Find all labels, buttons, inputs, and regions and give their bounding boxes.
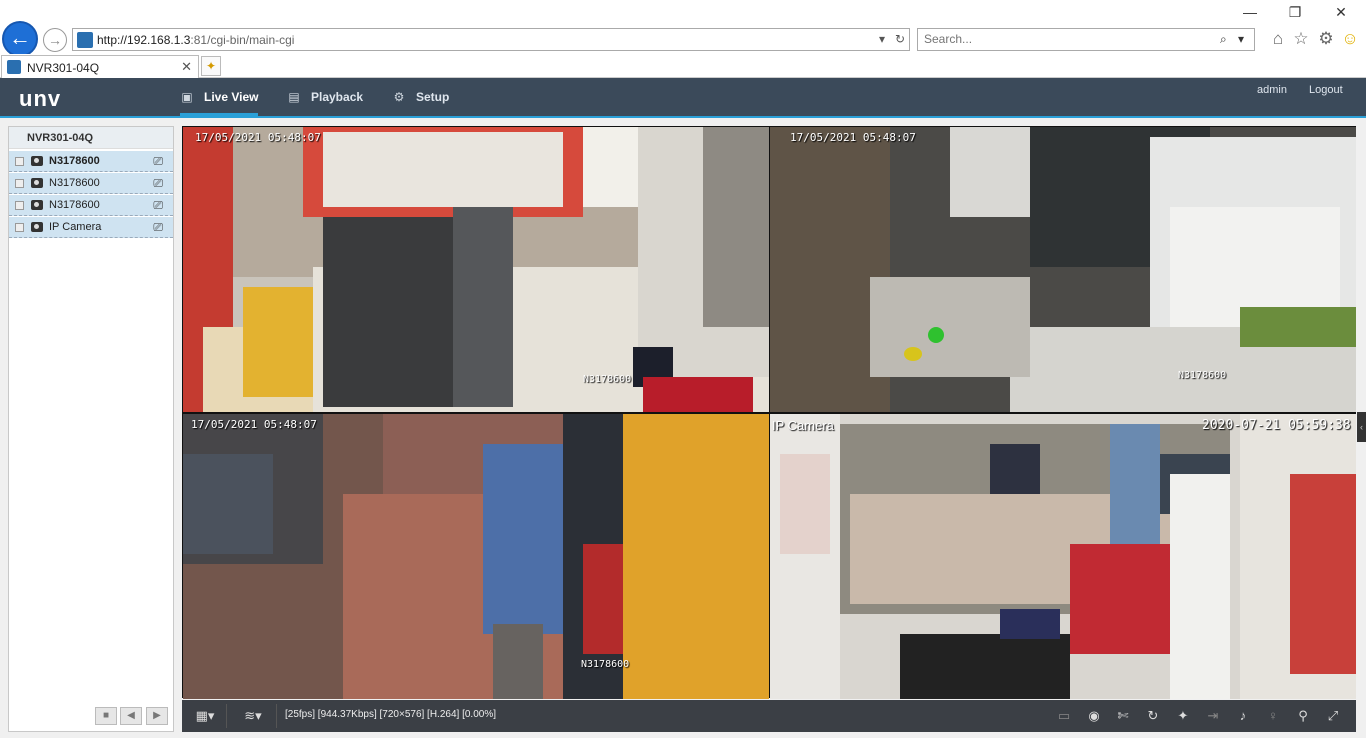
camera-icon	[31, 156, 43, 166]
tab-strip: NVR301-04Q ✕ ✦	[0, 54, 1366, 78]
collapse-panel-handle[interactable]: ‹	[1357, 412, 1366, 442]
refresh-icon[interactable]: ↻	[895, 32, 905, 46]
device-tree-root[interactable]: NVR301-04Q	[9, 127, 173, 149]
smiley-feedback-icon[interactable]: ☺	[1340, 29, 1360, 49]
camera-list-item[interactable]: IP Camera ⎚	[9, 217, 173, 238]
split-layout-icon[interactable]: ▦▾	[190, 707, 220, 725]
toolbar-divider	[226, 704, 227, 728]
film-icon: ▤	[288, 90, 300, 104]
address-dropdown-icon[interactable]: ▾	[879, 32, 885, 46]
search-box[interactable]: ⌕ ▾	[917, 28, 1255, 51]
close-window-icon[interactable]: ✕	[1331, 4, 1351, 21]
camera-list-item[interactable]: N3178600 ⎚	[9, 151, 173, 172]
camera-icon	[31, 178, 43, 188]
tab-favicon-icon	[7, 60, 21, 74]
checkbox[interactable]	[15, 179, 24, 188]
tab-title: NVR301-04Q	[27, 61, 100, 75]
microphone-icon[interactable]: ♀	[1264, 707, 1282, 725]
camera-icon	[31, 200, 43, 210]
site-favicon-icon	[77, 32, 93, 48]
video-tile[interactable]: 17/05/2021 05:48:07 N3178600	[770, 127, 1356, 412]
settings-gear-icon[interactable]: ⚙	[1316, 29, 1336, 49]
camera-list-item[interactable]: N3178600 ⎚	[9, 195, 173, 216]
record-icon[interactable]: ⎚	[153, 220, 163, 235]
camera-list-item[interactable]: N3178600 ⎚	[9, 173, 173, 194]
video-tile[interactable]: IP Camera 2020-07-21 05:59:38	[770, 414, 1356, 699]
gear-icon: ⚙	[393, 90, 405, 104]
record-icon[interactable]: ⎚	[153, 176, 163, 191]
checkbox[interactable]	[15, 223, 24, 232]
favorites-star-icon[interactable]: ☆	[1291, 29, 1311, 49]
ptz-icon[interactable]: ↻	[1144, 707, 1162, 725]
video-tile[interactable]: 17/05/2021 05:48:07 N3178600	[183, 414, 769, 699]
unv-logo: unv	[19, 86, 62, 111]
restore-icon[interactable]: ❐	[1285, 4, 1305, 21]
fullscreen-icon[interactable]: ⤢	[1324, 707, 1342, 725]
search-input[interactable]	[924, 32, 1214, 46]
video-grid[interactable]: 17/05/2021 05:48:07 N3178600 17/05/2021 …	[182, 126, 1356, 699]
search-dropdown-icon[interactable]: ▾	[1238, 32, 1244, 46]
tab-close-icon[interactable]: ✕	[181, 59, 192, 75]
next-icon[interactable]: ▶	[146, 707, 168, 725]
address-bar[interactable]: http://192.168.1.3:81/cgi-bin/main-cgi ▾…	[72, 28, 910, 51]
address-url: http://192.168.1.3:81/cgi-bin/main-cgi	[97, 33, 295, 47]
tab-live-view[interactable]: ▣ Live View	[180, 78, 259, 116]
focus-icon[interactable]: ✦	[1174, 707, 1192, 725]
tab-setup[interactable]: ⚙ Setup	[392, 78, 450, 116]
device-tree-panel: NVR301-04Q N3178600 ⎚ N3178600 ⎚ N317860…	[8, 126, 174, 732]
new-tab-icon[interactable]: ✦	[201, 56, 221, 76]
record-icon[interactable]: ⎚	[153, 198, 163, 213]
stream-select-icon[interactable]: ≋▾	[237, 707, 269, 725]
zoom-icon[interactable]: ⚲	[1294, 707, 1312, 725]
camera-icon	[31, 222, 43, 232]
app-header: unv ▣ Live View ▤ Playback ⚙ Setup admin Lo…	[0, 78, 1366, 118]
logout-link[interactable]: Logout	[1309, 84, 1343, 96]
audio-channel-icon[interactable]: ▭	[1055, 707, 1073, 725]
previous-icon[interactable]: ◀	[120, 707, 142, 725]
stop-all-icon[interactable]: ■	[95, 707, 117, 725]
video-tile[interactable]: 17/05/2021 05:48:07 N3178600	[183, 127, 769, 412]
volume-icon[interactable]: ♪	[1234, 707, 1252, 725]
live-view-toolbar: ▦▾ ≋▾ [25fps] [944.37Kbps] [720×576] [H.…	[182, 700, 1356, 732]
checkbox[interactable]	[15, 157, 24, 166]
toolbar-divider	[276, 704, 277, 728]
back-arrow-icon[interactable]: ←	[2, 21, 38, 57]
minimize-icon[interactable]: —	[1240, 4, 1260, 20]
browser-tab[interactable]: NVR301-04Q ✕	[1, 55, 199, 78]
record-icon[interactable]: ⎚	[153, 154, 163, 169]
stream-stats: [25fps] [944.37Kbps] [720×576] [H.264] […	[285, 709, 496, 720]
tab-playback[interactable]: ▤ Playback	[287, 78, 363, 116]
search-icon[interactable]: ⌕	[1220, 32, 1227, 47]
current-user: admin	[1257, 84, 1287, 96]
home-icon[interactable]: ⌂	[1268, 29, 1288, 49]
checkbox[interactable]	[15, 201, 24, 210]
browser-toolbar: ← → http://192.168.1.3:81/cgi-bin/main-c…	[0, 0, 1366, 57]
digital-zoom-icon[interactable]: ⇥	[1204, 707, 1222, 725]
clip-icon[interactable]: ✄	[1114, 707, 1132, 725]
forward-arrow-icon[interactable]: →	[43, 28, 67, 52]
snapshot-camera-icon[interactable]: ◉	[1085, 707, 1103, 725]
monitor-icon: ▣	[181, 90, 193, 104]
